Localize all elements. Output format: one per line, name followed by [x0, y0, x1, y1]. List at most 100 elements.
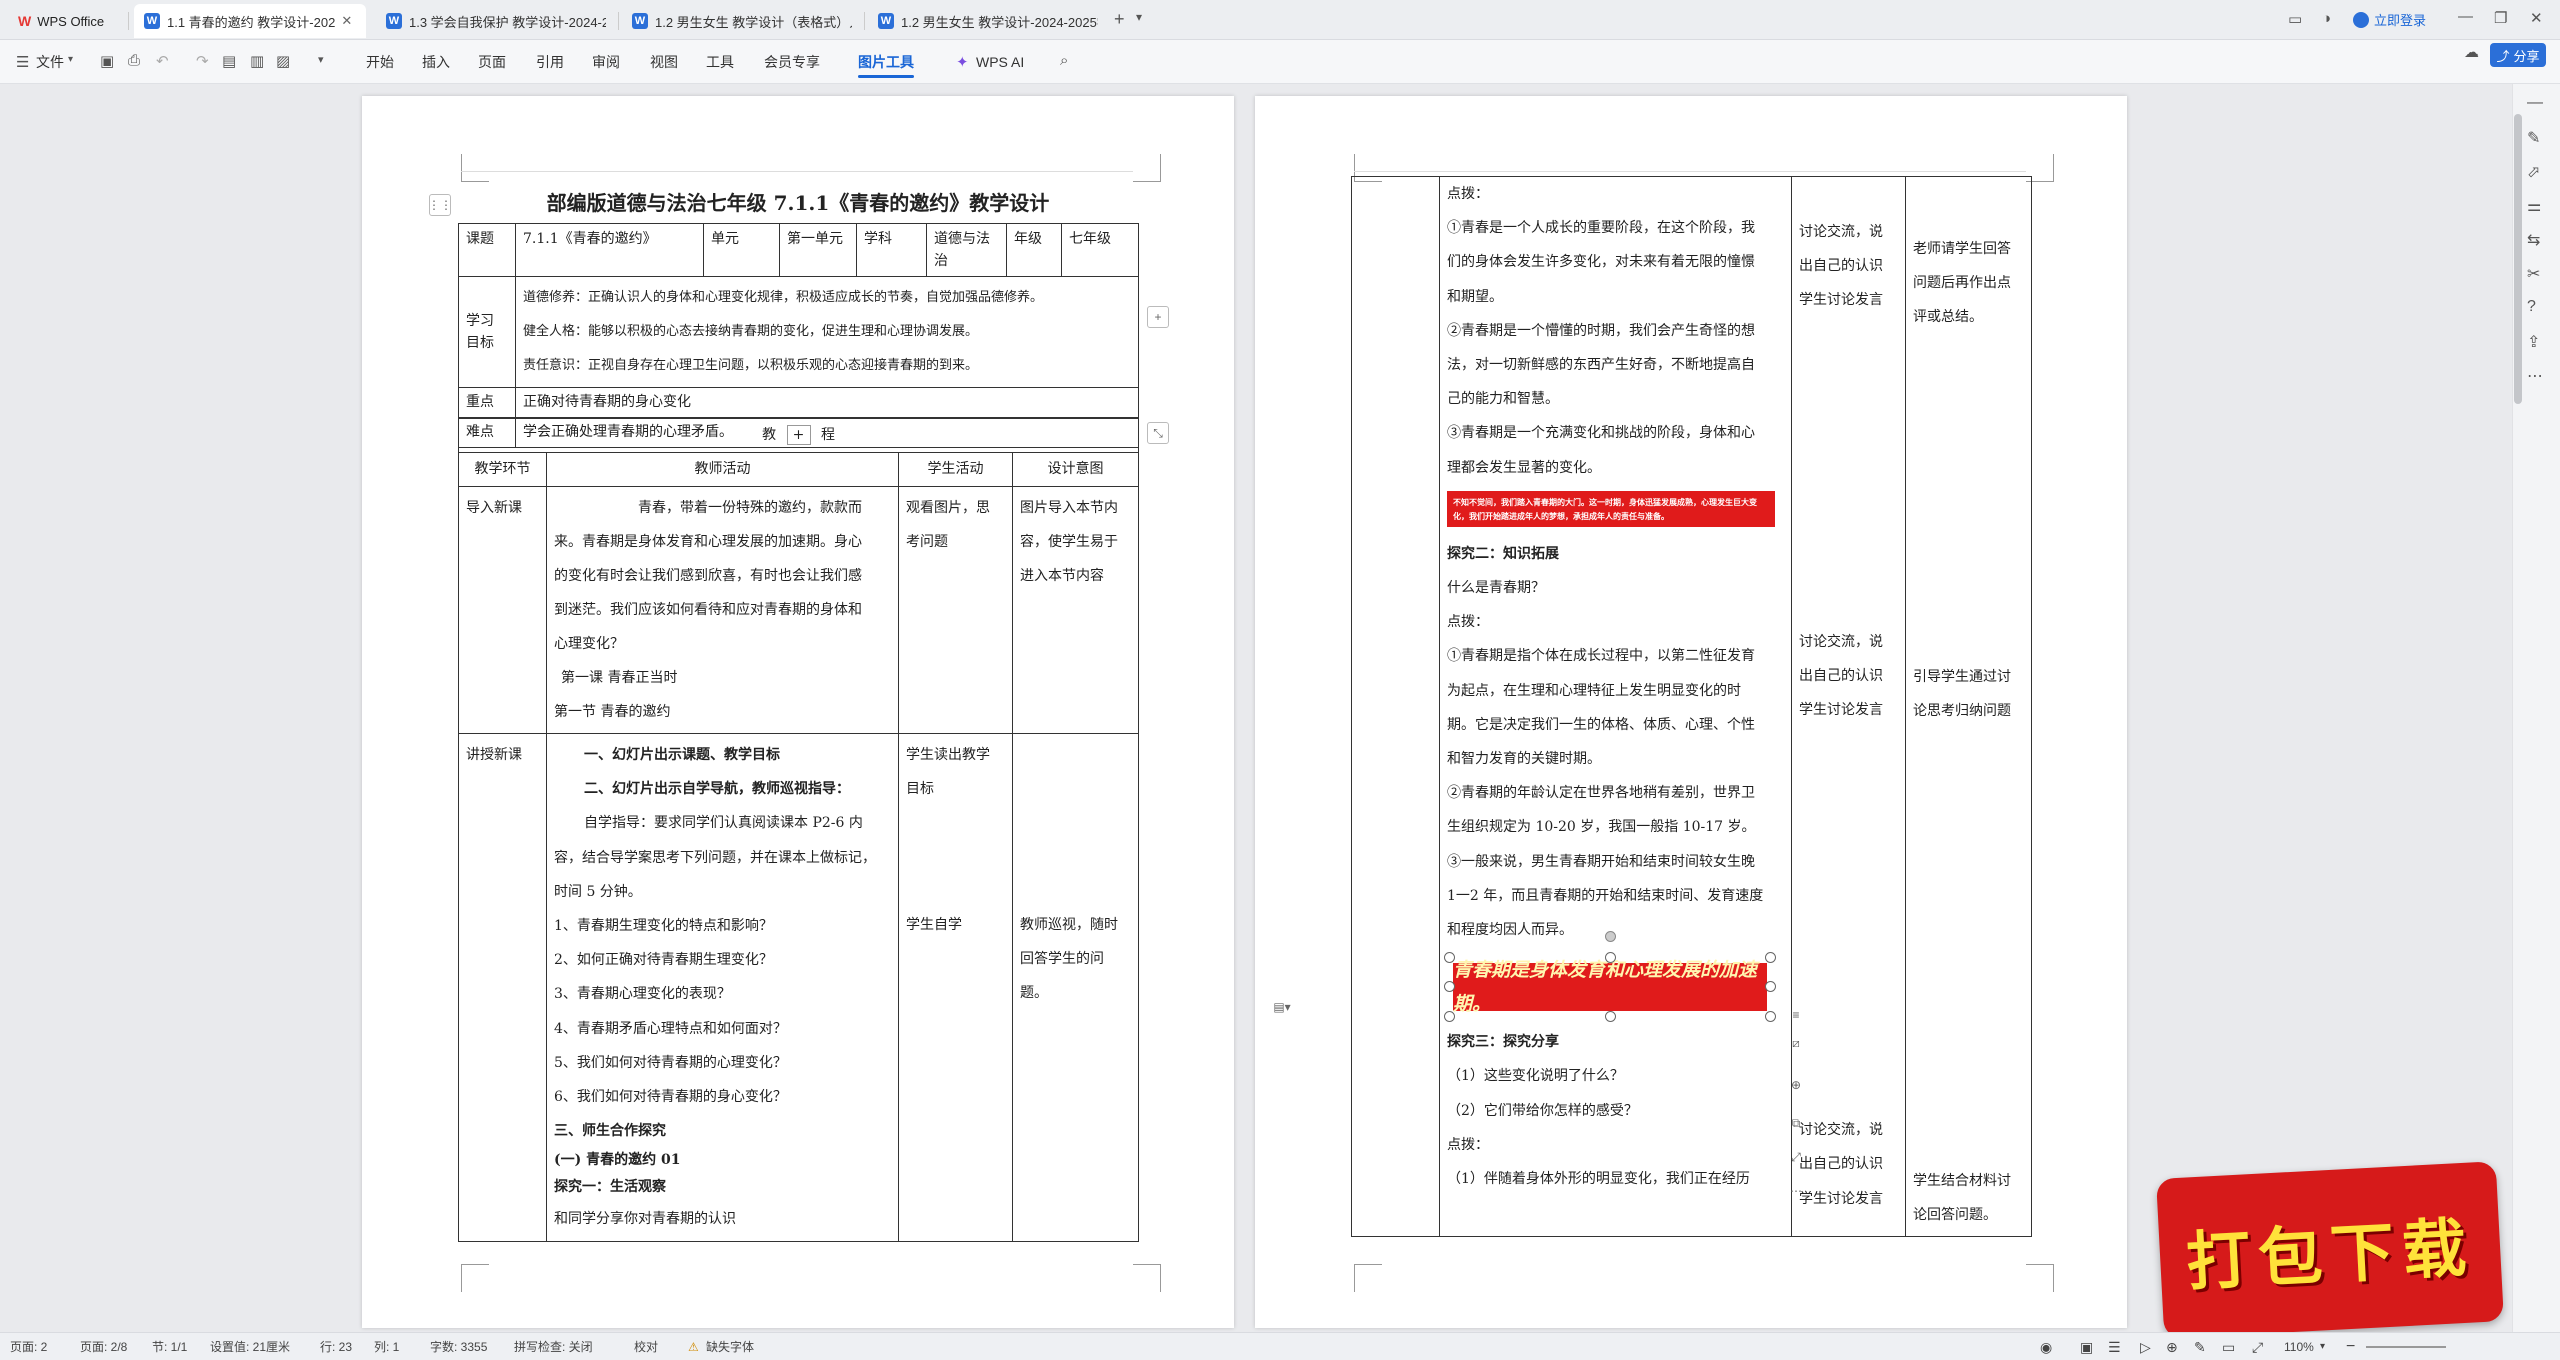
resize-handle[interactable] — [1765, 981, 1776, 993]
tab-document-3[interactable]: W 1.2 男生女生 教学设计（表格式）人 — [622, 4, 862, 38]
menu-insert[interactable]: 插入 — [422, 40, 450, 84]
login-button[interactable]: 立即登录 — [2353, 10, 2426, 29]
menu-review[interactable]: 审阅 — [592, 40, 620, 84]
skin-icon[interactable]: ◑ — [2322, 10, 2331, 27]
more-chevron-icon[interactable]: ▾ — [318, 53, 324, 66]
crop-image-icon[interactable]: ⧄ — [1785, 1032, 1807, 1054]
fit-image-icon[interactable]: ⤢ — [1785, 1146, 1807, 1168]
word-doc-icon: W — [632, 13, 648, 29]
download-promo-badge[interactable]: 打包下载 — [2156, 1161, 2504, 1339]
status-pages[interactable]: 页面: 2 — [10, 1333, 47, 1360]
image-icon[interactable]: ▨ — [276, 52, 290, 70]
restore-icon[interactable]: ❐ — [2494, 9, 2507, 27]
table-move-handle-icon[interactable]: ⋮⋮ — [428, 194, 452, 216]
zoom-level[interactable]: 110% — [2284, 1333, 2314, 1360]
redo-icon[interactable]: ↷ — [196, 52, 209, 70]
undo-icon[interactable]: ↶ — [156, 52, 169, 70]
collapse-icon[interactable]: — — [2527, 94, 2543, 112]
cloud-icon[interactable]: ☁ — [2464, 43, 2479, 61]
menu-view[interactable]: 视图 — [650, 40, 678, 84]
tab-document-1[interactable]: W 1.1 青春的邀约 教学设计-202 ✕ — [134, 4, 366, 38]
menu-page[interactable]: 页面 — [478, 40, 506, 84]
selected-image-frame[interactable]: 青春期是身体发育和心理发展的加速期。 — [1444, 931, 1776, 1023]
text-line: 点拨： — [1447, 614, 1489, 631]
status-column[interactable]: 列: 1 — [374, 1333, 399, 1360]
hamburger-icon[interactable]: ☰ — [16, 53, 29, 71]
status-section[interactable]: 节: 1/1 — [152, 1333, 187, 1360]
status-proofread[interactable]: 校对 — [634, 1333, 658, 1360]
tab-document-2[interactable]: W 1.3 学会自我保护 教学设计-2024-20 — [376, 4, 616, 38]
zoom-out-icon[interactable]: − — [2346, 1333, 2355, 1360]
tools-icon[interactable]: ✂ — [2527, 264, 2540, 284]
format-painter-icon[interactable]: ▤ — [222, 52, 236, 70]
menu-home[interactable]: 开始 — [366, 40, 394, 84]
copy-image-icon[interactable]: ⧉ — [1785, 1112, 1807, 1134]
more-icon[interactable]: ⋯ — [2527, 366, 2543, 386]
play-icon[interactable]: ▷ — [2140, 1333, 2151, 1360]
status-word-count[interactable]: 字数: 3355 — [430, 1333, 487, 1360]
resize-handle[interactable] — [1765, 1011, 1776, 1023]
outline-view-icon[interactable]: ☰ — [2108, 1333, 2121, 1360]
close-window-icon[interactable]: ✕ — [2530, 9, 2543, 27]
goal-line: 责任意识：正视自身存在心理卫生问题，以积极乐观的心态迎接青春期的到来。 — [523, 358, 979, 373]
zoom-image-icon[interactable]: ⊕ — [1785, 1074, 1807, 1096]
goal-line: 健全人格：能够以积极的心态去接纳青春期的变化，促进生理和心理协调发展。 — [523, 324, 979, 339]
share-link-icon[interactable]: ⇪ — [2527, 332, 2540, 352]
stage-intro: 导入新课 — [458, 486, 547, 734]
table-resize-icon[interactable]: ⤡ — [1147, 422, 1169, 444]
eye-protection-icon[interactable]: ◉ — [2040, 1333, 2052, 1360]
zoom-slider[interactable] — [2366, 1346, 2446, 1348]
menu-file[interactable]: 文件 — [36, 40, 64, 84]
status-page-number[interactable]: 页面: 2/8 — [80, 1333, 127, 1360]
zoom-chevron-icon[interactable]: ▾ — [2320, 1333, 2325, 1360]
vertical-scrollbar[interactable] — [2514, 114, 2522, 404]
tab-document-4[interactable]: W 1.2 男生女生 教学设计-2024-2025学 — [868, 4, 1108, 38]
pen-icon[interactable]: ✎ — [2527, 128, 2540, 148]
text-line: 评或总结。 — [1913, 309, 1983, 326]
menu-references[interactable]: 引用 — [536, 40, 564, 84]
menu-tools[interactable]: 工具 — [706, 40, 734, 84]
status-setting[interactable]: 设置值: 21厘米 — [210, 1333, 290, 1360]
red-banner-image-1[interactable]: 不知不觉间，我们踏入青春期的大门。这一时期，身体迅猛发展成熟，心理发生巨大变化，… — [1447, 490, 1775, 527]
text-line: （1）这些变化说明了什么？ — [1447, 1068, 1624, 1085]
layout-options-icon[interactable]: ▤▾ — [1271, 996, 1293, 1018]
web-view-icon[interactable]: ⊕ — [2166, 1333, 2178, 1360]
search-icon[interactable]: ⌕ — [1060, 52, 1068, 69]
window-layout-icon[interactable]: ▭ — [2288, 10, 2302, 28]
file-chevron-icon[interactable]: ▾ — [68, 54, 73, 65]
wps-office-tab[interactable]: W WPS Office — [18, 4, 104, 38]
new-tab-icon[interactable]: + — [1114, 9, 1125, 30]
print-icon[interactable]: ⎙ — [128, 52, 140, 69]
image-layout-icon[interactable]: ≡ — [1785, 1004, 1807, 1026]
help-icon[interactable]: ? — [2527, 298, 2536, 316]
save-icon[interactable]: ▣ — [100, 52, 114, 70]
fit-page-icon[interactable]: ⤢ — [2252, 1333, 2263, 1360]
settings-sliders-icon[interactable]: ⚌ — [2527, 196, 2541, 216]
menu-picture-tools[interactable]: 图片工具 — [858, 40, 914, 84]
tab-list-chevron-icon[interactable]: ▾ — [1136, 10, 1142, 24]
close-tab-icon[interactable]: ✕ — [341, 13, 352, 29]
student-activity-continued: 讨论交流，说 出自己的认识 学生讨论发言 讨论交流，说 出自己的认识 学生讨论发… — [1791, 175, 1906, 1238]
more-image-options-icon[interactable]: ⋯ — [1785, 1180, 1807, 1202]
text-line: 6、我们如何对待青春期的身心变化？ — [554, 1089, 787, 1106]
select-icon[interactable]: ⬀ — [2527, 162, 2540, 182]
share-button[interactable]: ⤴ 分享 — [2490, 43, 2546, 67]
export-icon[interactable]: ▥ — [250, 52, 264, 70]
status-spell-check[interactable]: 拼写检查: 关闭 — [514, 1333, 593, 1360]
status-row[interactable]: 行: 23 — [320, 1333, 352, 1360]
translate-icon[interactable]: ⇆ — [2527, 230, 2540, 250]
menu-wps-ai[interactable]: WPS AI — [976, 40, 1024, 84]
page-view-icon[interactable]: ▣ — [2080, 1333, 2093, 1360]
read-mode-icon[interactable]: ▭ — [2222, 1333, 2235, 1360]
text-line: 讨论交流，说 — [1799, 224, 1883, 240]
text-line: 学生讨论发言 — [1799, 292, 1883, 309]
word-doc-icon: W — [386, 13, 402, 29]
status-missing-font[interactable]: 缺失字体 — [706, 1333, 754, 1360]
add-row-icon[interactable]: + — [786, 425, 811, 445]
edit-mode-icon[interactable]: ✎ — [2194, 1333, 2206, 1360]
menu-member[interactable]: 会员专享 — [764, 40, 820, 84]
resize-handle[interactable] — [1765, 952, 1776, 964]
text-line: 学生结合材料讨 — [1913, 1173, 2011, 1190]
add-column-icon[interactable]: + — [1147, 306, 1169, 328]
minimize-icon[interactable]: — — [2458, 8, 2473, 25]
